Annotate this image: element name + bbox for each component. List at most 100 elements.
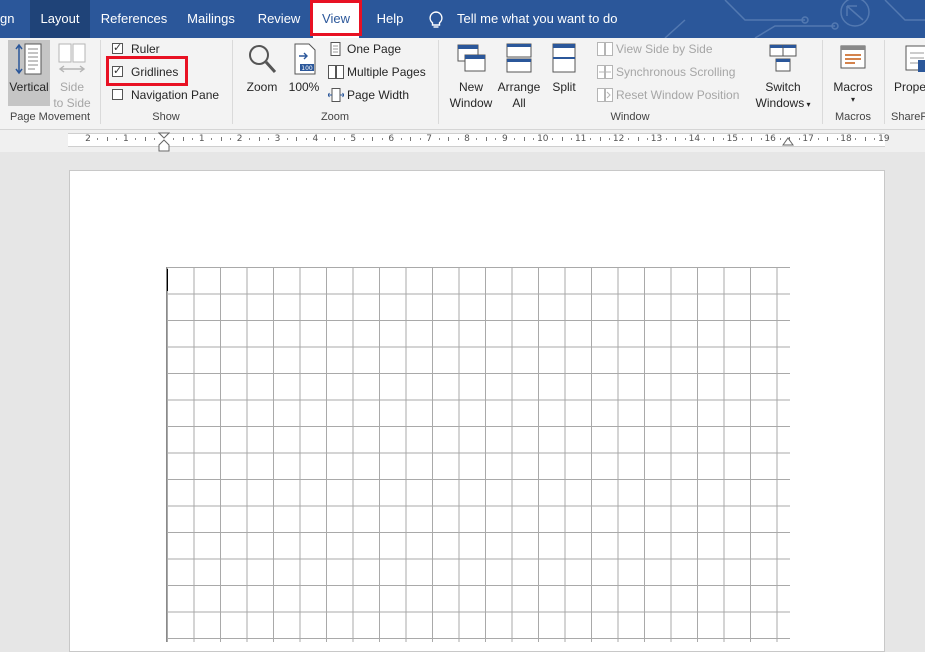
ruler-dot xyxy=(590,138,592,140)
separator xyxy=(884,40,885,124)
ruler-tick xyxy=(713,137,715,141)
side-label-line1: Side xyxy=(59,80,85,94)
tab-references[interactable]: References xyxy=(96,0,172,38)
properties-button[interactable]: Prope xyxy=(890,40,925,102)
ruler-dot xyxy=(779,138,781,140)
ribbon-view: Vertical Side to Side Page Movement ✓ Ru… xyxy=(0,38,925,130)
ruler-tick xyxy=(485,137,487,141)
ruler-dot xyxy=(495,138,497,140)
zoom-100-label: 100% xyxy=(288,80,320,94)
ruler-dot xyxy=(211,138,213,140)
ruler-number: 6 xyxy=(388,134,395,144)
ruler-tick xyxy=(827,137,829,141)
tab-layout[interactable]: Layout xyxy=(30,0,90,38)
document-area xyxy=(0,152,925,652)
switch-windows-label-line1: Switch xyxy=(765,80,801,94)
gridlines-grid[interactable] xyxy=(166,267,790,642)
tab-review[interactable]: Review xyxy=(252,0,306,38)
side-label-line2: to Side xyxy=(53,96,91,110)
ruler-dot xyxy=(268,138,270,140)
ruler-tick xyxy=(410,137,412,141)
ruler-tick xyxy=(220,137,222,141)
circuit-decoration xyxy=(664,0,925,38)
split-label: Split xyxy=(552,80,576,94)
right-indent-marker-icon[interactable] xyxy=(782,136,794,146)
group-label-page-movement: Page Movement xyxy=(9,111,91,123)
ruler-tick xyxy=(864,137,866,141)
ruler-tick xyxy=(334,137,336,141)
ruler-number: 18 xyxy=(840,134,852,144)
gridlines-check-icon: ✓ xyxy=(112,65,123,77)
arrange-all-button[interactable]: Arrange All xyxy=(496,40,542,110)
zoom-100-button[interactable]: 100 100% xyxy=(286,40,322,102)
side-to-side-icon xyxy=(58,43,86,73)
one-page-label: One Page xyxy=(347,42,402,56)
tab-design[interactable]: gn xyxy=(0,0,20,38)
ruler-number: 10 xyxy=(537,134,549,144)
group-label-macros: Macros xyxy=(834,111,872,123)
split-button[interactable]: Split xyxy=(544,40,584,102)
ruler-dot xyxy=(324,138,326,140)
macros-icon xyxy=(840,45,866,69)
vertical-label: Vertical xyxy=(9,80,49,94)
properties-label: Prope xyxy=(894,80,925,94)
vertical-pages-icon xyxy=(15,43,42,75)
page-width-icon xyxy=(328,88,344,102)
tab-mailings[interactable]: Mailings xyxy=(180,0,242,38)
tab-view[interactable]: View xyxy=(313,0,359,38)
tell-me-text: Tell me what you want to do xyxy=(457,11,618,26)
zoom-label: Zoom xyxy=(246,80,278,94)
ruler-tick xyxy=(675,137,677,141)
ruler-dot xyxy=(419,138,421,140)
ruler-dot xyxy=(154,138,156,140)
multiple-pages-label: Multiple Pages xyxy=(347,65,426,79)
new-window-label-line1: New xyxy=(458,80,483,94)
ruler-dot xyxy=(741,138,743,140)
switch-windows-button[interactable]: Switch Windows ▾ xyxy=(752,40,814,110)
ruler-tick xyxy=(599,137,601,141)
horizontal-ruler[interactable]: 2 1 1 2 3 4 5 6 7 8 9 10 11 12 13 14 15 16 17 18 19 xyxy=(0,130,925,152)
zoom-button[interactable]: Zoom xyxy=(240,40,284,102)
ruler-dot xyxy=(249,138,251,140)
switch-windows-label-text: Windows xyxy=(755,96,805,110)
page-100-icon: 100 xyxy=(294,43,316,75)
ruler-dot xyxy=(533,138,535,140)
ruler-number: 17 xyxy=(802,134,814,144)
ruler-tick xyxy=(789,137,791,141)
sync-scroll-icon xyxy=(597,65,613,79)
ruler-dot xyxy=(97,138,99,140)
ruler-dot xyxy=(874,138,876,140)
ribbon-tab-bar: gn Layout References Mailings Review Vie… xyxy=(0,0,925,38)
arrange-all-label-line2: All xyxy=(512,96,526,110)
macros-dropdown-icon: ▾ xyxy=(850,95,855,104)
ruler-dot xyxy=(173,138,175,140)
side-to-side-button[interactable]: Side to Side xyxy=(52,40,92,110)
vertical-button[interactable]: Vertical xyxy=(8,40,50,106)
new-window-button[interactable]: New Window xyxy=(446,40,496,110)
ruler-dot xyxy=(817,138,819,140)
ruler-number: 13 xyxy=(650,134,663,144)
ruler-number: 9 xyxy=(502,134,508,144)
document-page[interactable] xyxy=(69,170,885,652)
properties-icon xyxy=(905,45,925,72)
ruler-dot xyxy=(286,138,288,140)
ruler-number: 1 xyxy=(123,134,129,144)
ruler-dot xyxy=(230,138,232,140)
ruler-dot xyxy=(400,138,402,140)
switch-windows-icon xyxy=(769,44,797,72)
macros-button[interactable]: Macros ▾ xyxy=(828,40,878,110)
ruler-dot xyxy=(192,138,194,140)
reset-window-position-label: Reset Window Position xyxy=(616,88,740,102)
ruler-tick xyxy=(448,137,450,141)
left-indent-marker-icon[interactable] xyxy=(158,132,170,152)
tab-help[interactable]: Help xyxy=(368,0,412,38)
ruler-dot xyxy=(665,138,667,140)
ruler-dot xyxy=(116,138,118,140)
group-label-show: Show xyxy=(152,111,180,123)
ruler-dot xyxy=(609,138,611,140)
ruler-dot xyxy=(836,138,838,140)
ruler-number: 5 xyxy=(350,134,357,144)
ruler-strip xyxy=(68,133,885,147)
svg-text:100: 100 xyxy=(301,65,313,72)
lightbulb-icon xyxy=(429,11,443,28)
